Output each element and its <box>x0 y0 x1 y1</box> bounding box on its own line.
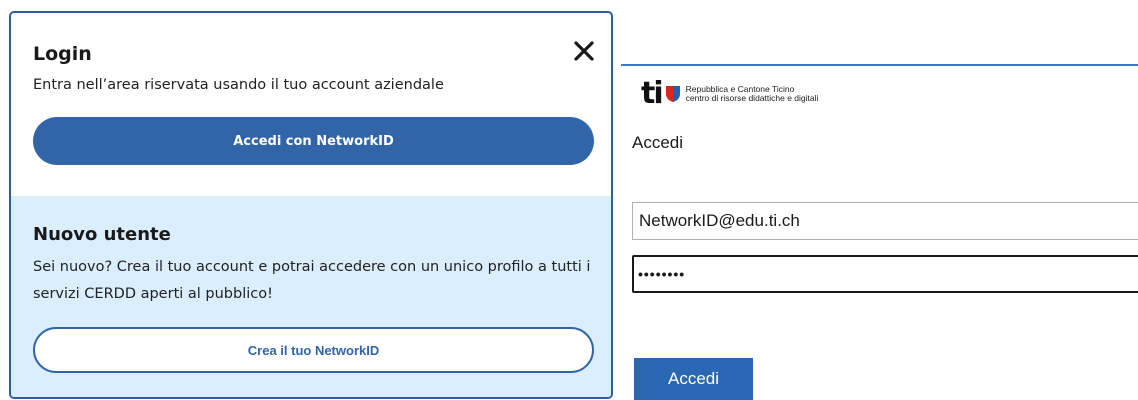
logo-mark: ti <box>641 76 664 111</box>
signin-title: Accedi <box>632 133 684 152</box>
modal-title: Login <box>33 43 92 65</box>
create-networkid-button[interactable]: Crea il tuo NetworkID <box>33 327 594 373</box>
networkid-login-button[interactable]: Accedi con NetworkID <box>33 117 594 165</box>
ticino-logo: ti Repubblica e Cantone Ticino centro di… <box>641 76 819 111</box>
signin-panel: ti Repubblica e Cantone Ticino centro di… <box>621 64 1138 400</box>
new-user-section: Nuovo utente Sei nuovo? Crea il tuo acco… <box>11 196 611 397</box>
signin-button[interactable]: Accedi <box>634 358 753 400</box>
logo-line-2: centro di risorse didattiche e digitali <box>685 93 819 103</box>
login-modal: Login Entra nell’area riservata usando i… <box>9 11 613 399</box>
new-user-description: Sei nuovo? Crea il tuo account e potrai … <box>33 259 591 302</box>
email-field[interactable]: NetworkID@edu.ti.ch <box>632 202 1138 240</box>
close-button[interactable] <box>568 35 600 67</box>
modal-description: Entra nell’area riservata usando il tuo … <box>33 77 444 93</box>
shield-icon <box>665 86 680 102</box>
close-icon <box>574 41 594 61</box>
password-field[interactable]: •••••••• <box>632 255 1138 293</box>
new-user-title: Nuovo utente <box>33 224 171 245</box>
